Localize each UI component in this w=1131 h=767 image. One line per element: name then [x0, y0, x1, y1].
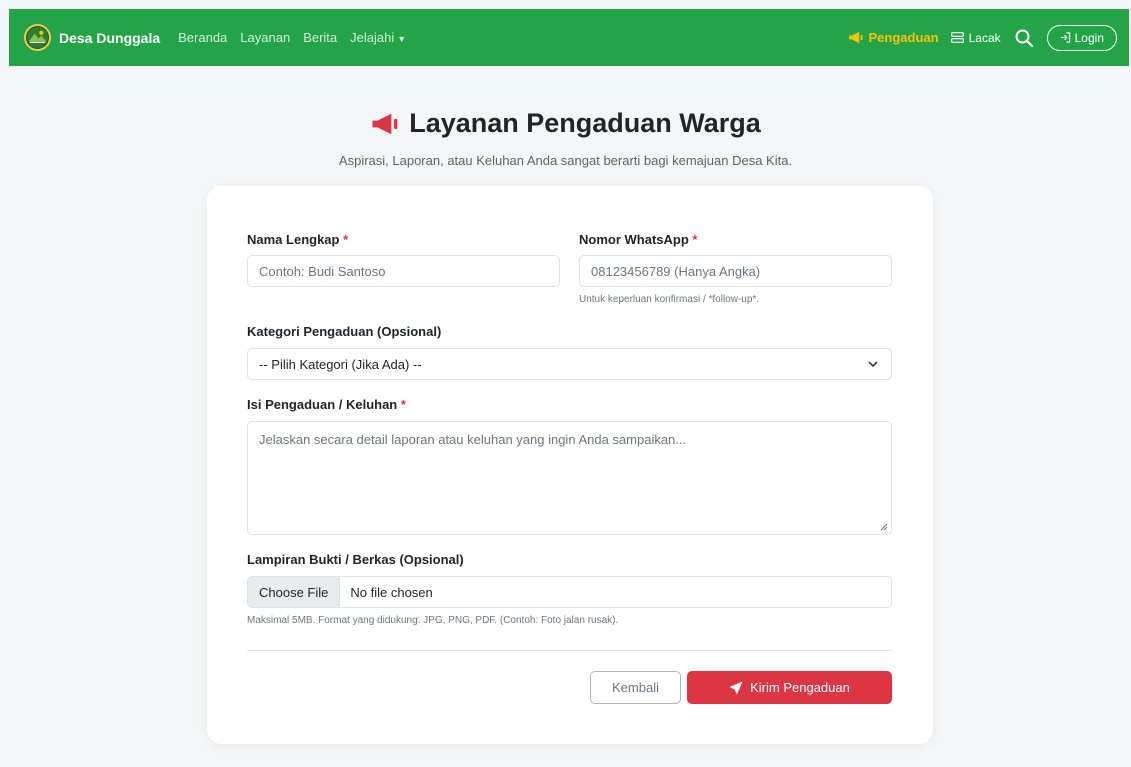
login-button[interactable]: Login [1046, 24, 1117, 51]
file-status: No file chosen [350, 584, 433, 600]
send-icon [729, 681, 743, 694]
name-label: Nama Lengkap * [247, 232, 348, 247]
search-icon [1015, 29, 1033, 47]
content-placeholder: Jelaskan secara detail laporan atau kelu… [259, 432, 687, 447]
phone-hint: Untuk keperluan konfirmasi / *follow-up*… [579, 294, 760, 305]
complaint-form-card: Nama Lengkap * Contoh: Budi Santoso Nomo… [207, 186, 933, 744]
page-subtitle: Aspirasi, Laporan, atau Keluhan Anda san… [338, 153, 793, 168]
nav-complaint-label: Pengaduan [868, 30, 939, 45]
submit-button[interactable]: Kirim Pengaduan [687, 671, 892, 704]
nav-right: Pengaduan Lacak Login [848, 24, 1117, 51]
name-input[interactable]: Contoh: Budi Santoso [247, 255, 560, 287]
nav-link-lacak[interactable]: Lacak [950, 30, 1001, 45]
name-placeholder: Contoh: Budi Santoso [259, 263, 386, 279]
page-title-text: Layanan Pengaduan Warga [409, 108, 761, 138]
village-logo-icon [24, 24, 51, 51]
page-header: Layanan Pengaduan Warga Aspirasi, Lapora… [0, 108, 1131, 168]
attachment-hint: Maksimal 5MB. Format yang didukung: JPG,… [247, 615, 619, 626]
brand[interactable]: Desa Dunggala [24, 24, 160, 51]
required-mark: * [692, 232, 698, 247]
navbar: Desa Dunggala Beranda Layanan Berita Jel… [9, 9, 1129, 66]
category-select[interactable]: -- Pilih Kategori (Jika Ada) -- [247, 348, 892, 380]
required-mark: * [400, 397, 406, 412]
phone-input[interactable]: 08123456789 (Hanya Angka) [579, 255, 892, 287]
login-icon [1060, 32, 1070, 43]
megaphone-icon [372, 113, 398, 134]
category-selected: -- Pilih Kategori (Jika Ada) -- [259, 356, 422, 372]
phone-label: Nomor WhatsApp * [579, 232, 697, 247]
attachment-label: Lampiran Bukti / Berkas (Opsional) [247, 552, 464, 567]
login-label: Login [1074, 30, 1104, 45]
content-label-text: Isi Pengaduan / Keluhan [247, 397, 398, 412]
submit-label: Kirim Pengaduan [750, 680, 850, 695]
track-icon [950, 32, 964, 43]
category-label: Kategori Pengaduan (Opsional) [247, 324, 442, 339]
megaphone-icon [848, 31, 862, 44]
nav-link-beranda[interactable]: Beranda [178, 30, 227, 45]
nav-dropdown-label: Jelajahi [350, 30, 395, 45]
resize-handle-icon[interactable] [880, 523, 888, 531]
content-label: Isi Pengaduan / Keluhan * [247, 397, 406, 412]
caret-down-icon: ▼ [397, 34, 407, 44]
phone-label-text: Nomor WhatsApp [579, 232, 689, 247]
nav-link-layanan[interactable]: Layanan [240, 30, 290, 45]
nav-links: Beranda Layanan Berita Jelajahi ▼ [178, 30, 406, 45]
search-button[interactable] [1013, 27, 1035, 49]
chevron-down-icon [868, 361, 878, 368]
phone-placeholder: 08123456789 (Hanya Angka) [591, 263, 761, 279]
divider [247, 650, 892, 651]
nav-link-berita[interactable]: Berita [303, 30, 337, 45]
page-title: Layanan Pengaduan Warga [0, 108, 1131, 139]
nav-track-label: Lacak [968, 30, 1001, 45]
nav-dropdown-jelajahi[interactable]: Jelajahi ▼ [350, 30, 406, 45]
name-label-text: Nama Lengkap [247, 232, 340, 247]
brand-name: Desa Dunggala [59, 29, 161, 46]
required-mark: * [343, 232, 349, 247]
back-button[interactable]: Kembali [590, 671, 681, 704]
nav-link-pengaduan[interactable]: Pengaduan [848, 30, 939, 45]
content-textarea[interactable]: Jelaskan secara detail laporan atau kelu… [247, 421, 892, 535]
file-input[interactable]: Choose File No file chosen [247, 576, 892, 608]
choose-file-button[interactable]: Choose File [248, 577, 341, 607]
